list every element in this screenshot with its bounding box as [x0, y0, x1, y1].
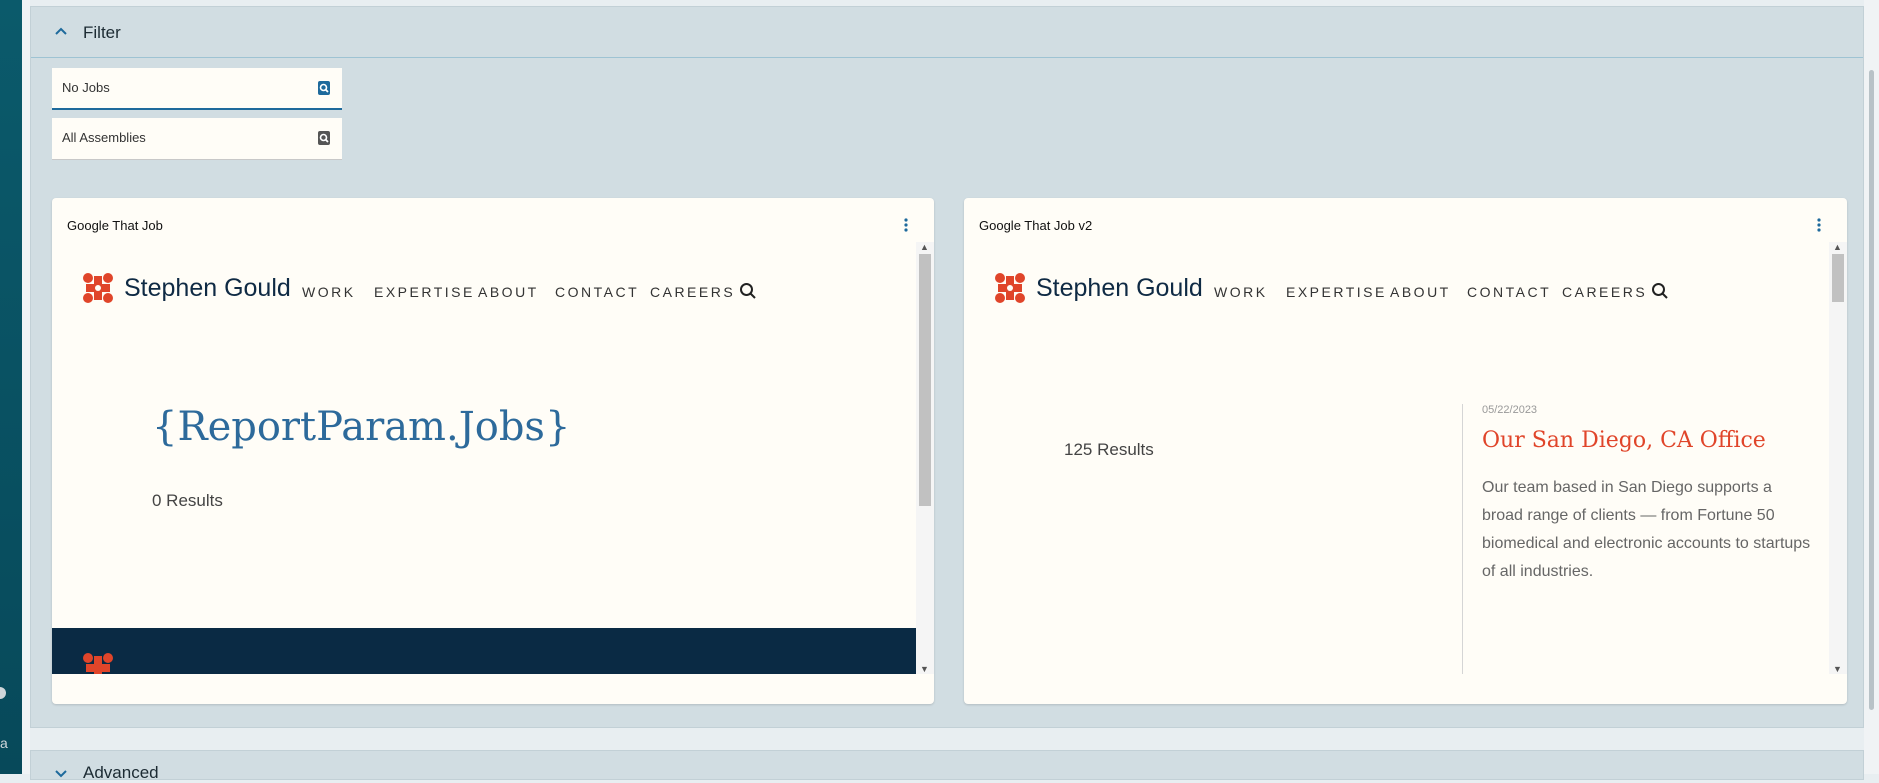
scrollbar-thumb[interactable] [1832, 254, 1844, 302]
more-options-icon[interactable] [904, 218, 908, 232]
stephen-gould-logo-icon[interactable] [994, 272, 1026, 304]
jobs-field[interactable] [52, 68, 342, 110]
advanced-panel[interactable]: Advanced [30, 750, 1864, 782]
nav-contact[interactable]: CONTACT [1467, 284, 1551, 300]
results-count: 0 Results [152, 491, 223, 510]
article-title[interactable]: Our San Diego, CA Office [1482, 428, 1766, 453]
divider [1462, 404, 1463, 674]
app-sidebar: a [0, 0, 22, 774]
search-icon[interactable] [739, 282, 757, 300]
nav-expertise[interactable]: EXPERTISE [374, 284, 475, 300]
nav-about[interactable]: ABOUT [478, 284, 539, 300]
google-that-job-card: Google That Job Stephen Gould WORK EXPER… [52, 198, 934, 704]
frame-scrollbar[interactable]: ▲ ▼ [1829, 242, 1847, 674]
results-count: 125 Results [1064, 440, 1154, 459]
article-description: Our team based in San Diego supports a b… [1482, 479, 1811, 580]
filter-panel: Filter Google That Job [30, 6, 1864, 728]
brand-name[interactable]: Stephen Gould [1036, 274, 1203, 303]
search-document-icon[interactable] [316, 130, 332, 146]
footer-logo-icon [83, 653, 113, 674]
chevron-down-icon[interactable] [53, 765, 69, 781]
nav-expertise[interactable]: EXPERTISE [1286, 284, 1387, 300]
filter-panel-title: Filter [83, 23, 121, 42]
page-scrollbar[interactable] [1864, 0, 1879, 774]
nav-careers[interactable]: CAREERS [1562, 284, 1647, 300]
nav-work[interactable]: WORK [1214, 284, 1268, 300]
nav-contact[interactable]: CONTACT [555, 284, 639, 300]
brand-name[interactable]: Stephen Gould [124, 274, 291, 303]
more-options-icon[interactable] [1817, 218, 1821, 232]
advanced-panel-title: Advanced [83, 763, 159, 782]
assemblies-field[interactable] [52, 118, 342, 160]
sidebar-handle[interactable] [0, 687, 6, 699]
search-icon[interactable] [1651, 282, 1669, 300]
page-scrollbar-thumb[interactable] [1869, 70, 1874, 710]
nav-careers[interactable]: CAREERS [650, 284, 735, 300]
scroll-down-icon[interactable]: ▼ [920, 664, 929, 674]
sidebar-glyph: a [0, 735, 8, 751]
scroll-up-icon[interactable]: ▲ [920, 242, 929, 252]
assemblies-input[interactable] [62, 130, 302, 145]
page-heading: {ReportParam.Jobs} [152, 404, 571, 450]
search-document-icon[interactable] [316, 80, 332, 96]
jobs-input[interactable] [62, 80, 302, 95]
filter-panel-header[interactable]: Filter [31, 7, 1863, 58]
stephen-gould-logo-icon[interactable] [82, 272, 114, 304]
article-date: 05/22/2023 [1482, 404, 1538, 416]
card-title: Google That Job v2 [979, 218, 1093, 233]
gutter [22, 0, 30, 774]
scroll-down-icon[interactable]: ▼ [1833, 664, 1842, 674]
scrollbar-thumb[interactable] [919, 254, 931, 506]
chevron-up-icon[interactable] [53, 24, 69, 40]
embedded-web-frame[interactable]: Stephen Gould WORK EXPERTISE ABOUT CONTA… [964, 242, 1829, 674]
frame-scrollbar[interactable]: ▲ ▼ [916, 242, 934, 674]
embedded-web-frame[interactable]: Stephen Gould WORK EXPERTISE ABOUT CONTA… [52, 242, 916, 674]
scroll-up-icon[interactable]: ▲ [1833, 242, 1842, 252]
card-title: Google That Job [67, 218, 163, 233]
site-footer [52, 628, 916, 674]
google-that-job-v2-card: Google That Job v2 Stephen Gould WORK EX… [964, 198, 1847, 704]
nav-about[interactable]: ABOUT [1390, 284, 1451, 300]
nav-work[interactable]: WORK [302, 284, 356, 300]
